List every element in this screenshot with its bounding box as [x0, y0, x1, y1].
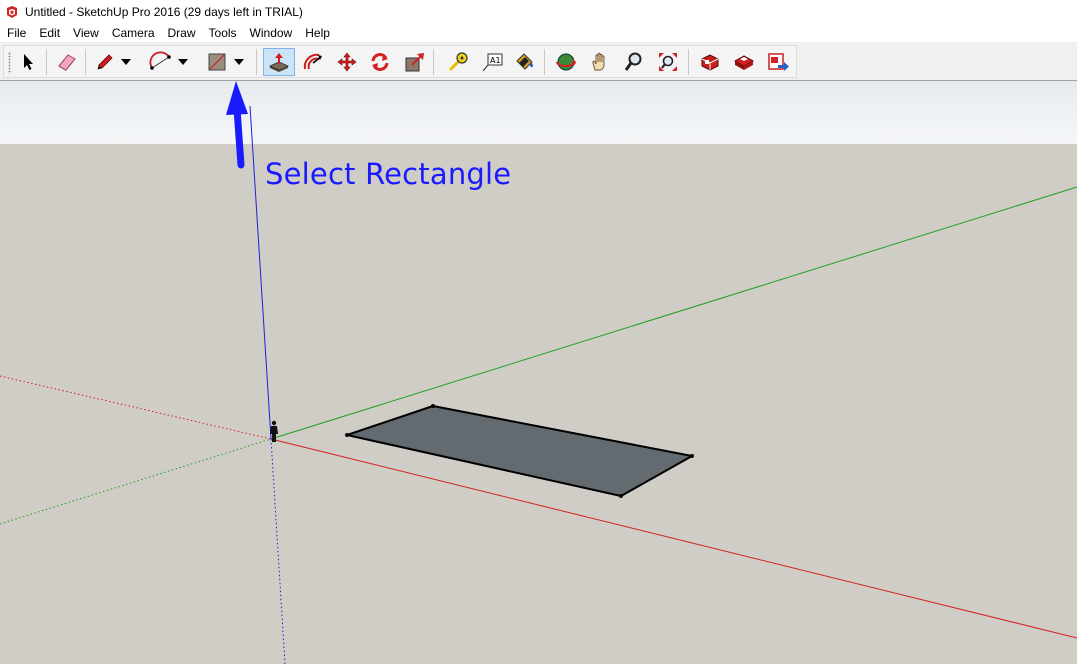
menu-view[interactable]: View [66, 26, 105, 40]
rectangle-vertex [431, 404, 435, 408]
3d-warehouse-tool-button[interactable] [696, 48, 724, 76]
move-tool-button[interactable] [333, 48, 361, 76]
menu-tools[interactable]: Tools [202, 26, 243, 40]
blue-axis-negative [270, 438, 286, 664]
modeling-viewport[interactable]: Select Rectangle [0, 81, 1077, 664]
toolbar-separator [46, 49, 47, 75]
rectangle-icon [208, 53, 226, 71]
scale-tool-button[interactable] [401, 48, 429, 76]
rectangle-vertex [690, 454, 694, 458]
menu-help[interactable]: Help [298, 26, 336, 40]
rectangle-vertex [619, 494, 623, 498]
rectangle-tool-button[interactable] [203, 48, 231, 76]
red-axis [270, 438, 1077, 639]
blue-axis [249, 105, 272, 440]
3d-warehouse-icon [701, 54, 719, 71]
move-arrows-icon [337, 52, 357, 72]
orbit-tool-button[interactable] [552, 48, 580, 76]
rectangle-dropdown-button[interactable] [231, 48, 247, 76]
offset-tool-button[interactable] [299, 48, 327, 76]
toolbar-separator [256, 49, 257, 75]
menu-draw[interactable]: Draw [161, 26, 202, 40]
push-pull-tool-button[interactable] [263, 48, 295, 76]
annotation-label: Select Rectangle [265, 157, 512, 191]
zoom-tool-button[interactable] [620, 48, 648, 76]
text-label-icon: A1 [482, 53, 503, 72]
zoom-extents-icon [659, 53, 677, 71]
toolbar-panel: A1 [3, 45, 797, 78]
offset-icon [303, 53, 322, 70]
send-to-layout-tool-button[interactable] [764, 48, 792, 76]
chevron-down-icon [178, 59, 188, 65]
menu-window[interactable]: Window [243, 26, 299, 40]
chevron-down-icon [234, 59, 244, 65]
pencil-icon [97, 54, 113, 70]
paint-bucket-icon [516, 53, 533, 70]
select-tool-button[interactable] [14, 48, 42, 76]
toolbar-separator [688, 49, 689, 75]
eraser-tool-button[interactable] [53, 48, 81, 76]
chevron-down-icon [121, 59, 131, 65]
scene-canvas[interactable] [0, 81, 1077, 664]
toolbar-separator [85, 49, 86, 75]
send-to-layout-icon [768, 53, 789, 71]
extension-warehouse-tool-button[interactable] [730, 48, 758, 76]
arc-icon [149, 51, 171, 70]
hand-icon [592, 52, 605, 71]
svg-text:A1: A1 [490, 56, 501, 65]
sketchup-logo-icon [5, 5, 19, 19]
eraser-icon [58, 54, 76, 71]
title-bar: Untitled - SketchUp Pro 2016 (29 days le… [0, 0, 1077, 23]
zoom-extents-tool-button[interactable] [654, 48, 682, 76]
red-axis-negative [0, 375, 272, 440]
text-tool-button[interactable]: A1 [478, 48, 506, 76]
orbit-icon [556, 53, 576, 71]
scale-icon [405, 53, 424, 72]
rectangle-face[interactable] [346, 405, 693, 497]
window-title: Untitled - SketchUp Pro 2016 (29 days le… [25, 4, 303, 19]
rotate-icon [371, 53, 389, 71]
pencil-dropdown-button[interactable] [118, 48, 134, 76]
menu-file[interactable]: File [0, 26, 32, 40]
arc-dropdown-button[interactable] [175, 48, 191, 76]
menu-bar: File Edit View Camera Draw Tools Window … [0, 23, 1077, 42]
tape-measure-icon [448, 52, 468, 72]
arrow-cursor-icon [24, 54, 33, 70]
menu-edit[interactable]: Edit [32, 26, 66, 40]
green-axis-negative [0, 438, 272, 525]
toolbar-separator [433, 49, 434, 75]
rectangle-vertex [345, 433, 349, 437]
getting-started-toolbar: A1 [0, 42, 1077, 81]
arc-tool-button[interactable] [147, 48, 175, 76]
sketchup-window: Untitled - SketchUp Pro 2016 (29 days le… [0, 0, 1077, 664]
menu-camera[interactable]: Camera [105, 26, 161, 40]
magnifier-icon [624, 52, 642, 71]
rotate-tool-button[interactable] [366, 48, 394, 76]
pan-tool-button[interactable] [586, 48, 614, 76]
toolbar-grip-handle[interactable] [8, 52, 11, 74]
green-axis [270, 186, 1077, 440]
paint-bucket-tool-button[interactable] [510, 48, 538, 76]
tape-measure-tool-button[interactable] [444, 48, 472, 76]
push-pull-icon [269, 53, 289, 72]
toolbar-separator [544, 49, 545, 75]
annotation-arrow [226, 81, 248, 169]
pencil-tool-button[interactable] [91, 48, 119, 76]
extension-warehouse-icon [733, 55, 755, 70]
